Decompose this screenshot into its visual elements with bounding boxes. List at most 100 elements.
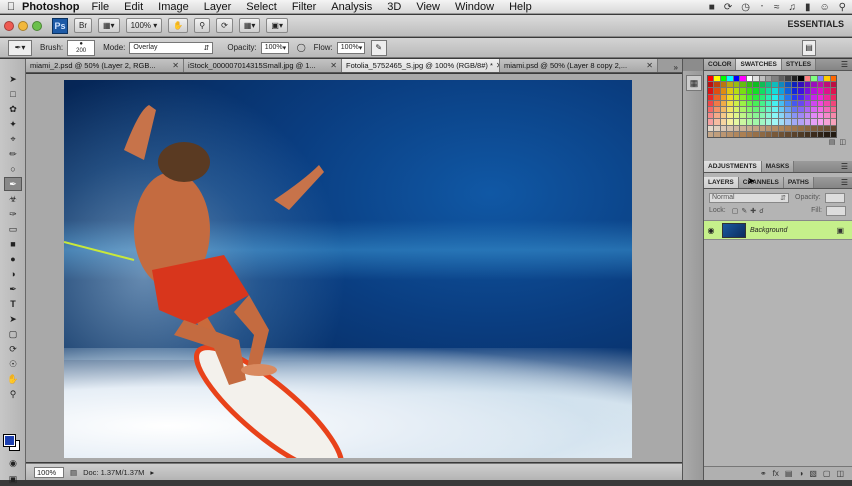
menu-image[interactable]: Image [158, 1, 189, 13]
swatch-cell[interactable] [727, 76, 733, 82]
rotate-view-button[interactable]: ⟳ [216, 18, 233, 33]
swatch-cell[interactable] [720, 113, 727, 119]
layer-mask-icon[interactable]: ▤ [785, 469, 793, 478]
swatch-cell[interactable] [759, 113, 766, 119]
menu-window[interactable]: Window [455, 1, 494, 13]
swatch-cell[interactable] [714, 131, 720, 137]
swatch-cell[interactable] [791, 76, 798, 82]
zoom-level-select[interactable]: 100% ▾ [125, 18, 163, 33]
menu-select[interactable]: Select [246, 1, 277, 13]
type-tool[interactable]: T [4, 297, 22, 311]
swatch-cell[interactable] [785, 82, 791, 88]
swatch-cell[interactable] [708, 131, 714, 137]
spotlight-icon[interactable]: ⚲ [839, 2, 846, 13]
doc-size-info[interactable]: Doc: 1.37M/1.37M [83, 468, 144, 477]
spot-healing-tool[interactable]: ○ [4, 162, 22, 176]
swatch-cell[interactable] [720, 119, 727, 125]
swatch-cell[interactable] [766, 119, 772, 125]
status-info-icon[interactable]: ▤ [70, 468, 77, 477]
swatch-cell[interactable] [811, 131, 817, 137]
swatch-cell[interactable] [753, 82, 759, 88]
doc-tab-miami2[interactable]: miami_2.psd @ 50% (Layer 2, RGB... ✕ [26, 59, 184, 72]
app-name-menu[interactable]: Photoshop [22, 1, 79, 13]
swatch-cell[interactable] [714, 125, 720, 131]
swatch-cell[interactable] [727, 100, 733, 106]
swatch-cell[interactable] [708, 88, 714, 94]
swatch-cell[interactable] [824, 100, 830, 106]
swatch-cell[interactable] [733, 119, 740, 125]
fill-input[interactable] [826, 205, 846, 216]
swatch-cell[interactable] [766, 113, 772, 119]
swatch-cell[interactable] [766, 100, 772, 106]
swatch-cell[interactable] [772, 100, 778, 106]
swatch-cell[interactable] [733, 106, 740, 113]
status-zoom-field[interactable]: 100% [34, 466, 64, 478]
swatch-cell[interactable] [766, 106, 772, 113]
swatch-cell[interactable] [766, 125, 772, 131]
new-layer-icon[interactable]: ▢ [823, 469, 831, 478]
swatch-cell[interactable] [740, 100, 746, 106]
swatch-cell[interactable] [791, 94, 798, 100]
layer-opacity-input[interactable] [824, 192, 845, 203]
swatch-cell[interactable] [798, 125, 804, 131]
tab-layers[interactable]: LAYERS [704, 177, 739, 188]
swatch-cell[interactable] [708, 119, 714, 125]
menu-view[interactable]: View [416, 1, 440, 13]
swatch-cell[interactable] [778, 88, 785, 94]
swatch-cell[interactable] [824, 88, 830, 94]
swatch-cell[interactable] [817, 125, 824, 131]
menu-analysis[interactable]: Analysis [331, 1, 372, 13]
swatch-cell[interactable] [759, 125, 766, 131]
arrange-documents-button[interactable]: ▦▾ [238, 18, 261, 33]
swatch-cell[interactable] [830, 106, 836, 113]
swatch-cell[interactable] [759, 76, 766, 82]
swatch-cell[interactable] [811, 88, 817, 94]
doc-tab-miami[interactable]: miami.psd @ 50% (Layer 8 copy 2,... ✕ [500, 59, 658, 72]
airbrush-toggle[interactable]: ✎ [370, 39, 387, 56]
swatch-cell[interactable] [727, 113, 733, 119]
swatch-cell[interactable] [817, 119, 824, 125]
swatch-cell[interactable] [798, 106, 804, 113]
bluetooth-icon[interactable]: ᛫ [759, 2, 765, 13]
swatch-cell[interactable] [746, 100, 753, 106]
zoom-tool-button[interactable]: ⚲ [194, 18, 211, 33]
swatch-cell[interactable] [714, 76, 720, 82]
trash-icon[interactable]: ◫ [839, 138, 846, 147]
layer-style-icon[interactable]: fx [773, 469, 779, 478]
marquee-tool[interactable]: □ [4, 87, 22, 101]
eye-icon[interactable]: ◉ [704, 226, 718, 235]
opacity-input[interactable]: 100% ▾ [260, 41, 289, 54]
swatch-cell[interactable] [746, 76, 753, 82]
swatch-cell[interactable] [785, 131, 791, 137]
swatch-cell[interactable] [720, 94, 727, 100]
swatch-cell[interactable] [778, 106, 785, 113]
new-swatch-icon[interactable]: ▤ [829, 138, 836, 147]
swatch-cell[interactable] [804, 94, 811, 100]
bridge-button[interactable]: Br [74, 18, 92, 33]
panel-menu-icon[interactable]: ☰ [841, 178, 848, 187]
swatch-cell[interactable] [785, 100, 791, 106]
shape-tool[interactable]: ▢ [4, 327, 22, 341]
swatch-cell[interactable] [740, 113, 746, 119]
layer-row-background[interactable]: ◉ Background ▣ [704, 220, 852, 240]
swatch-cell[interactable] [804, 100, 811, 106]
swatch-cell[interactable] [778, 131, 785, 137]
swatch-cell[interactable] [811, 100, 817, 106]
pressure-opacity-icon[interactable]: ◯ [297, 43, 306, 52]
swatch-cell[interactable] [708, 113, 714, 119]
swatch-cell[interactable] [804, 125, 811, 131]
menu-edit[interactable]: Edit [124, 1, 143, 13]
swatch-cell[interactable] [714, 106, 720, 113]
swatch-grid[interactable] [707, 75, 837, 138]
swatch-cell[interactable] [772, 125, 778, 131]
swatch-cell[interactable] [733, 94, 740, 100]
swatch-cell[interactable] [714, 82, 720, 88]
swatch-cell[interactable] [824, 106, 830, 113]
swatch-cell[interactable] [733, 131, 740, 137]
eyedropper-tool[interactable]: ✏ [4, 147, 22, 161]
swatch-cell[interactable] [804, 88, 811, 94]
flow-input[interactable]: 100% ▾ [336, 41, 365, 54]
link-layers-icon[interactable]: ⚭ [760, 469, 767, 478]
swatch-cell[interactable] [746, 113, 753, 119]
swatch-cell[interactable] [791, 119, 798, 125]
